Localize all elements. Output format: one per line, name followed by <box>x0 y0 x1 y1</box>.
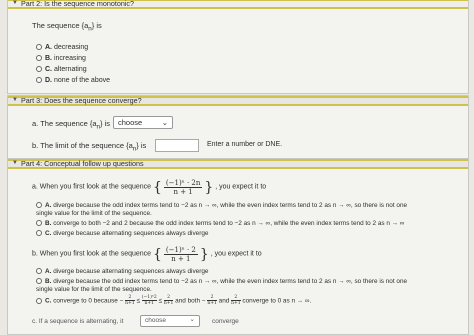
part2-section: ▼ Part 2: Is the sequence monotonic? The… <box>7 0 469 94</box>
radio-c[interactable] <box>36 230 42 237</box>
part4-c-label: c. If a sequence is alternating, it <box>32 318 124 325</box>
part4-a-option-b[interactable]: B. converge to both −2 and 2 because the… <box>36 220 404 228</box>
part4-a-question: a. When you first look at the sequence {… <box>32 179 267 197</box>
sequence-fraction-a: (−1)ⁿ · 2n n + 1 <box>163 179 203 197</box>
part3-header: ▼ Part 3: Does the sequence converge? <box>8 96 468 106</box>
chevron-down-icon: ⌄ <box>189 316 195 323</box>
radio-b[interactable] <box>36 220 42 227</box>
radio-b[interactable] <box>36 278 42 285</box>
radio-a[interactable] <box>36 268 42 275</box>
part4-c-select[interactable]: choose ⌄ <box>140 315 200 327</box>
radio-c[interactable] <box>36 66 42 73</box>
radio-d[interactable] <box>36 77 42 84</box>
part4-section: ▼ Part 4: Conceptual follow up questions… <box>7 158 469 335</box>
part3-a-select[interactable]: choose ⌄ <box>113 116 173 129</box>
part2-question: The sequence {an} is <box>32 21 102 33</box>
part3-a-label: a. The sequence {an} is <box>32 119 110 131</box>
part4-b-question: b. When you first look at the sequence {… <box>32 246 262 264</box>
part2-option-c[interactable]: C. alternating <box>36 66 87 74</box>
collapse-triangle-icon[interactable]: ▼ <box>12 160 18 167</box>
radio-c[interactable] <box>36 297 42 304</box>
part4-a-option-c[interactable]: C. diverge because alternating sequences… <box>36 230 208 238</box>
radio-b[interactable] <box>36 55 42 62</box>
part4-b-option-b[interactable]: B. diverge because the odd index terms t… <box>36 278 407 286</box>
chevron-down-icon: ⌄ <box>161 118 168 127</box>
part4-a-option-a[interactable]: A. diverge because the odd index terms t… <box>36 202 407 210</box>
collapse-triangle-icon[interactable]: ▼ <box>12 97 18 104</box>
sequence-fraction-b: (−1)ⁿ · 2 n + 1 <box>163 246 198 264</box>
part2-option-b[interactable]: B. increasing <box>36 55 86 63</box>
part4-b-option-c[interactable]: C. converge to 0 because − 2 n+1 ≤ (−1)ⁿ2… <box>36 295 311 307</box>
part3-b-label: b. The limit of the sequence {an} is <box>32 141 147 153</box>
radio-a[interactable] <box>36 44 42 51</box>
part2-header: ▼ Part 2: Is the sequence monotonic? <box>8 0 468 9</box>
part3-b-input[interactable] <box>155 139 199 152</box>
part3-b-hint: Enter a number or DNE. <box>207 141 283 148</box>
part4-b-option-b-cont: single value for the limit of the sequen… <box>36 286 152 293</box>
part2-option-d[interactable]: D. none of the above <box>36 77 110 85</box>
part4-b-option-a[interactable]: A. diverge because alternating sequences… <box>36 268 208 276</box>
part4-a-option-a-cont: single value for the limit of the sequen… <box>36 210 152 217</box>
radio-a[interactable] <box>36 202 42 209</box>
part4-header: ▼ Part 4: Conceptual follow up questions <box>8 159 468 169</box>
collapse-triangle-icon[interactable]: ▼ <box>12 0 18 7</box>
part3-section: ▼ Part 3: Does the sequence converge? a.… <box>7 95 469 159</box>
part2-option-a[interactable]: A. decreasing <box>36 44 88 52</box>
part4-c-suffix: converge <box>212 318 239 325</box>
